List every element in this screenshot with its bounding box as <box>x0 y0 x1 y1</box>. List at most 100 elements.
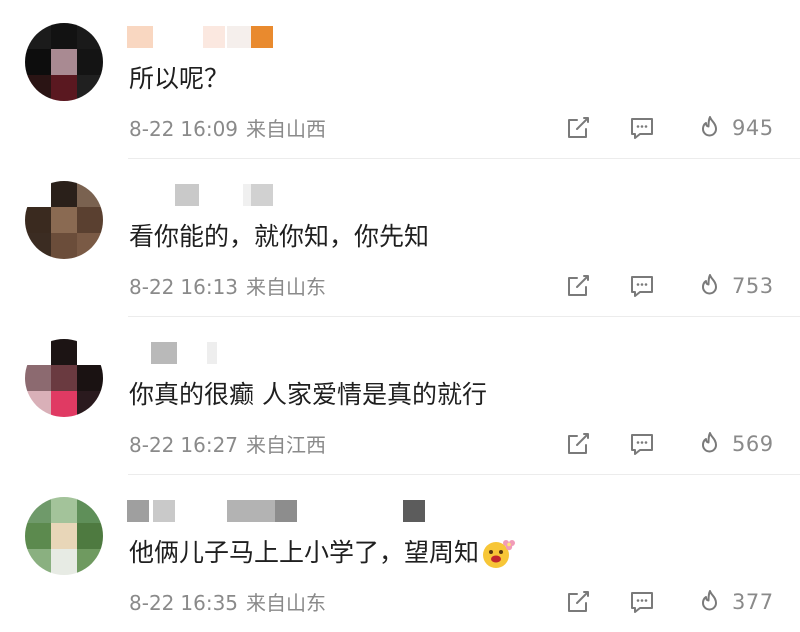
like-button[interactable]: 945 <box>696 110 774 146</box>
share-button[interactable] <box>564 268 592 304</box>
username-block <box>275 500 297 522</box>
comment-text: 你真的很癫 人家爱情是真的就行 <box>129 380 487 409</box>
reply-button[interactable] <box>628 584 656 620</box>
comment-icon <box>631 276 653 297</box>
username-pixelated[interactable] <box>127 184 447 206</box>
like-button[interactable]: 569 <box>696 426 774 462</box>
comment-date: 8-22 <box>129 117 175 141</box>
username-block <box>127 26 153 48</box>
username-block <box>273 184 277 206</box>
username-block <box>251 26 273 48</box>
username-block <box>151 342 177 364</box>
reply-button[interactable] <box>628 268 656 304</box>
avatar-pixel <box>25 549 51 575</box>
avatar-pixel <box>51 339 77 365</box>
comment-text: 他俩儿子马上上小学了，望周知 <box>129 537 516 570</box>
reply-button[interactable] <box>628 426 656 462</box>
like-button[interactable]: 377 <box>696 584 774 620</box>
comment-date: 8-22 <box>129 433 175 457</box>
comment-text: 所以呢？ <box>129 64 230 93</box>
flame-like-icon <box>702 274 717 295</box>
avatar-pixel <box>51 497 77 523</box>
avatar[interactable] <box>25 181 103 259</box>
share-button[interactable] <box>564 110 592 146</box>
comment-item: 他俩儿子马上上小学了，望周知 8-22 16:35 来自山东 377 <box>0 474 800 632</box>
comment-location: 来自山东 <box>246 275 327 299</box>
flame-like-icon <box>702 590 717 611</box>
comment-meta: 8-22 16:13 来自山东 <box>129 274 326 300</box>
avatar-pixel <box>51 391 77 417</box>
share-button[interactable] <box>564 584 592 620</box>
flower-face-emoji-icon <box>483 540 516 568</box>
comment-time: 16:27 <box>180 433 239 457</box>
reply-button[interactable] <box>628 110 656 146</box>
avatar[interactable] <box>25 497 103 575</box>
username-block <box>251 184 273 206</box>
username-block <box>237 342 245 364</box>
username-block <box>127 500 149 522</box>
share-icon <box>568 275 589 296</box>
avatar-pixel <box>25 523 51 549</box>
username-block <box>203 26 225 48</box>
avatar[interactable] <box>25 23 103 101</box>
comment-meta: 8-22 16:35 来自山东 <box>129 590 326 616</box>
comment-location: 来自江西 <box>246 433 327 457</box>
divider <box>128 316 800 317</box>
divider <box>128 474 800 475</box>
username-block <box>173 26 199 48</box>
username-pixelated[interactable] <box>127 342 447 364</box>
avatar-pixel <box>25 339 51 365</box>
divider <box>128 158 800 159</box>
share-icon <box>568 117 589 138</box>
avatar-pixel <box>25 391 51 417</box>
avatar-pixel <box>25 181 51 207</box>
avatar-pixel <box>77 497 103 523</box>
avatar[interactable] <box>25 339 103 417</box>
avatar-pixel <box>51 49 77 75</box>
avatar-pixel <box>77 391 103 417</box>
comment-text: 看你能的，就你知，你先知 <box>129 222 430 251</box>
comment-item: 所以呢？ 8-22 16:09 来自山西 945 <box>0 0 800 158</box>
avatar-pixel <box>51 75 77 101</box>
username-pixelated[interactable] <box>127 26 447 48</box>
comment-actions: 377 <box>560 584 800 620</box>
avatar-pixel <box>77 233 103 259</box>
flame-like-icon <box>702 116 717 137</box>
avatar-pixel <box>25 23 51 49</box>
comment-icon <box>631 592 653 613</box>
comment-time: 16:09 <box>180 117 239 141</box>
username-block <box>227 500 275 522</box>
avatar-pixel <box>77 365 103 391</box>
comment-item: 你真的很癫 人家爱情是真的就行 8-22 16:27 来自江西 569 <box>0 316 800 474</box>
comment-date: 8-22 <box>129 591 175 615</box>
like-button[interactable]: 753 <box>696 268 774 304</box>
username-pixelated[interactable] <box>127 500 447 522</box>
like-count: 945 <box>732 116 774 140</box>
avatar-pixel <box>25 207 51 233</box>
username-block <box>175 184 199 206</box>
like-count: 377 <box>732 590 774 614</box>
comment-icon <box>631 118 653 139</box>
share-icon <box>568 591 589 612</box>
avatar-pixel <box>25 75 51 101</box>
comment-text-content: 他俩儿子马上上小学了，望周知 <box>129 538 480 567</box>
comment-actions: 945 <box>560 110 800 146</box>
share-button[interactable] <box>564 426 592 462</box>
avatar-pixel <box>77 549 103 575</box>
comment-location: 来自山西 <box>246 117 327 141</box>
username-block <box>185 342 203 364</box>
comment-time: 16:13 <box>180 275 239 299</box>
like-count: 753 <box>732 274 774 298</box>
username-block <box>225 184 243 206</box>
avatar-pixel <box>51 523 77 549</box>
avatar-pixel <box>77 75 103 101</box>
like-count: 569 <box>732 432 774 456</box>
comment-actions: 569 <box>560 426 800 462</box>
avatar-pixel <box>77 49 103 75</box>
comment-item: 看你能的，就你知，你先知 8-22 16:13 来自山东 753 <box>0 158 800 316</box>
share-icon <box>568 433 589 454</box>
avatar-pixel <box>77 523 103 549</box>
avatar-pixel <box>51 365 77 391</box>
avatar-pixel <box>77 207 103 233</box>
comment-icon <box>631 434 653 455</box>
